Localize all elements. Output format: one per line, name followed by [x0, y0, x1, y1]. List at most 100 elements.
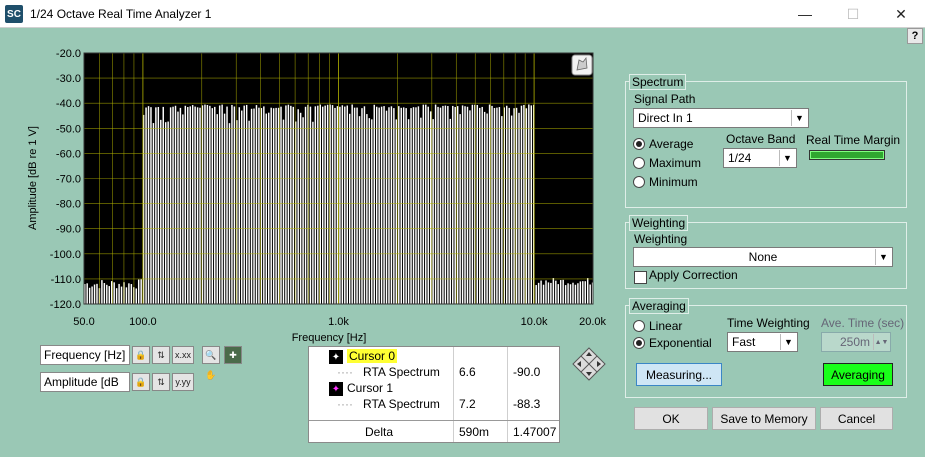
x-lock-icon[interactable]: 🔒 — [132, 346, 150, 364]
spectrum-bar — [557, 284, 559, 304]
cursor-0-x: 6.6 — [459, 365, 476, 379]
spectrum-bar — [402, 107, 405, 304]
spectrum-bar — [412, 107, 415, 305]
spectrum-bar — [125, 287, 128, 304]
cursor-1-marker-icon[interactable]: ✦ — [329, 382, 343, 396]
spectrum-bar — [292, 106, 295, 304]
spectrum-bar — [218, 105, 221, 304]
spectrum-bar — [525, 108, 528, 304]
y-tick-label: -40.0 — [56, 98, 81, 110]
spectrum-bar — [496, 107, 498, 304]
signal-path-select[interactable]: Direct In 1 ▼ — [633, 108, 809, 128]
spectrum-bar — [398, 106, 400, 304]
y-lock-icon[interactable]: 🔒 — [132, 373, 150, 391]
cursor-row: ···· RTA Spectrum 7.2 -88.3 — [337, 397, 541, 411]
spectrum-bar — [569, 284, 572, 304]
y-autoscale-icon[interactable]: ⇅ — [152, 373, 170, 391]
spectrum-bar — [586, 278, 589, 304]
spectrum-bar — [157, 106, 160, 304]
spectrum-bar — [255, 105, 258, 305]
spectrum-bar — [304, 106, 307, 305]
octave-band-select[interactable]: 1/24 ▼ — [723, 148, 797, 168]
weighting-label: Weighting — [634, 232, 688, 246]
spectrum-bar — [542, 284, 545, 304]
close-button[interactable]: ✕ — [886, 4, 916, 24]
spectrum-bar — [182, 114, 184, 304]
x-format-icon[interactable]: x.xx — [172, 346, 194, 364]
spectrum-bar — [552, 278, 555, 304]
graph-palette-icon[interactable] — [571, 54, 593, 76]
spectrum-bar — [582, 281, 584, 304]
minimum-radio[interactable] — [633, 176, 645, 188]
cursor-row[interactable]: ✦ Cursor 0 — [309, 349, 559, 365]
save-to-memory-button[interactable]: Save to Memory — [712, 407, 816, 430]
spectrum-bar — [103, 283, 106, 304]
spectrum-bar — [407, 119, 410, 305]
spectrum-bar — [194, 106, 196, 305]
spectrum-bar — [375, 106, 378, 304]
delta-label: Delta — [365, 425, 394, 439]
rta-plot[interactable]: -20.0 -30.0 -40.0 -50.0 -60.0 -70.0 -80.0 -90.0… — [0, 40, 610, 350]
cursor-tool-icon[interactable]: ✚ — [224, 346, 242, 364]
spectrum-bar — [479, 107, 481, 305]
weighting-select[interactable]: None ▼ — [633, 247, 893, 267]
y-tick-label: -80.0 — [56, 199, 81, 211]
cursor-0-name[interactable]: Cursor 0 — [347, 349, 398, 363]
average-radio[interactable] — [633, 138, 645, 150]
maximize-button[interactable]: ☐ — [838, 4, 868, 24]
spectrum-bar — [456, 106, 459, 304]
spectrum-bar — [162, 106, 164, 304]
weighting-group-title: Weighting — [629, 215, 689, 231]
y-scale-name[interactable]: Amplitude [dB — [40, 372, 130, 392]
rt-margin-label: Real Time Margin — [806, 133, 901, 147]
delta-y: 1.47007 — [513, 425, 557, 439]
cursor-1-y: -88.3 — [513, 397, 541, 411]
stepper-icon[interactable]: ▲▼ — [873, 334, 889, 350]
measuring-button[interactable]: Measuring... — [636, 363, 722, 386]
cursor-row[interactable]: ✦ Cursor 1 — [309, 381, 559, 397]
minimize-button[interactable]: — — [790, 4, 820, 24]
apply-correction-checkbox[interactable] — [634, 271, 647, 284]
cancel-button[interactable]: Cancel — [820, 407, 893, 430]
spectrum-bar — [128, 283, 130, 304]
spectrum-bar — [388, 107, 390, 305]
cursor-move-diamond-icon[interactable] — [572, 347, 606, 381]
spectrum-bar — [106, 284, 108, 304]
spectrum-bar — [481, 106, 483, 304]
y-format-icon[interactable]: y.yy — [172, 373, 194, 391]
spectrum-bar — [241, 110, 243, 304]
cursor-1-name[interactable]: Cursor 1 — [347, 381, 393, 395]
spectrum-bar — [223, 113, 226, 304]
maximum-label: Maximum — [649, 156, 702, 170]
spectrum-bar — [221, 104, 223, 305]
spectrum-bar — [299, 112, 302, 304]
spectrum-bar — [579, 281, 582, 304]
spectrum-bar — [155, 107, 157, 304]
x-scale-name[interactable]: Frequency [Hz] — [40, 345, 130, 365]
spectrum-bar — [437, 106, 439, 304]
spectrum-bar — [130, 284, 133, 304]
maximum-radio[interactable] — [633, 157, 645, 169]
spectrum-bar — [265, 113, 268, 304]
spectrum-bar — [179, 107, 182, 305]
spectrum-bar — [444, 105, 447, 304]
spectrum-bar — [101, 280, 103, 304]
x-autoscale-icon[interactable]: ⇅ — [152, 346, 170, 364]
spectrum-bar — [326, 104, 329, 304]
spectrum-bar — [439, 107, 442, 304]
linear-radio[interactable] — [633, 320, 645, 332]
spectrum-bar — [177, 111, 179, 304]
spectrum-bar — [216, 114, 218, 304]
ok-button[interactable]: OK — [634, 407, 708, 430]
spectrum-bar — [559, 280, 562, 304]
pan-hand-icon[interactable]: ✋ — [202, 366, 220, 384]
ave-time-input[interactable]: 250m ▲▼ — [821, 332, 891, 352]
exponential-radio[interactable] — [633, 337, 645, 349]
time-weighting-select[interactable]: Fast ▼ — [727, 332, 798, 352]
spectrum-bar — [147, 106, 150, 304]
spectrum-bar — [353, 107, 356, 304]
help-button[interactable]: ? — [907, 28, 923, 44]
averaging-button[interactable]: Averaging — [823, 363, 893, 386]
zoom-icon[interactable]: 🔍 — [202, 346, 220, 364]
cursor-0-marker-icon[interactable]: ✦ — [329, 350, 343, 364]
